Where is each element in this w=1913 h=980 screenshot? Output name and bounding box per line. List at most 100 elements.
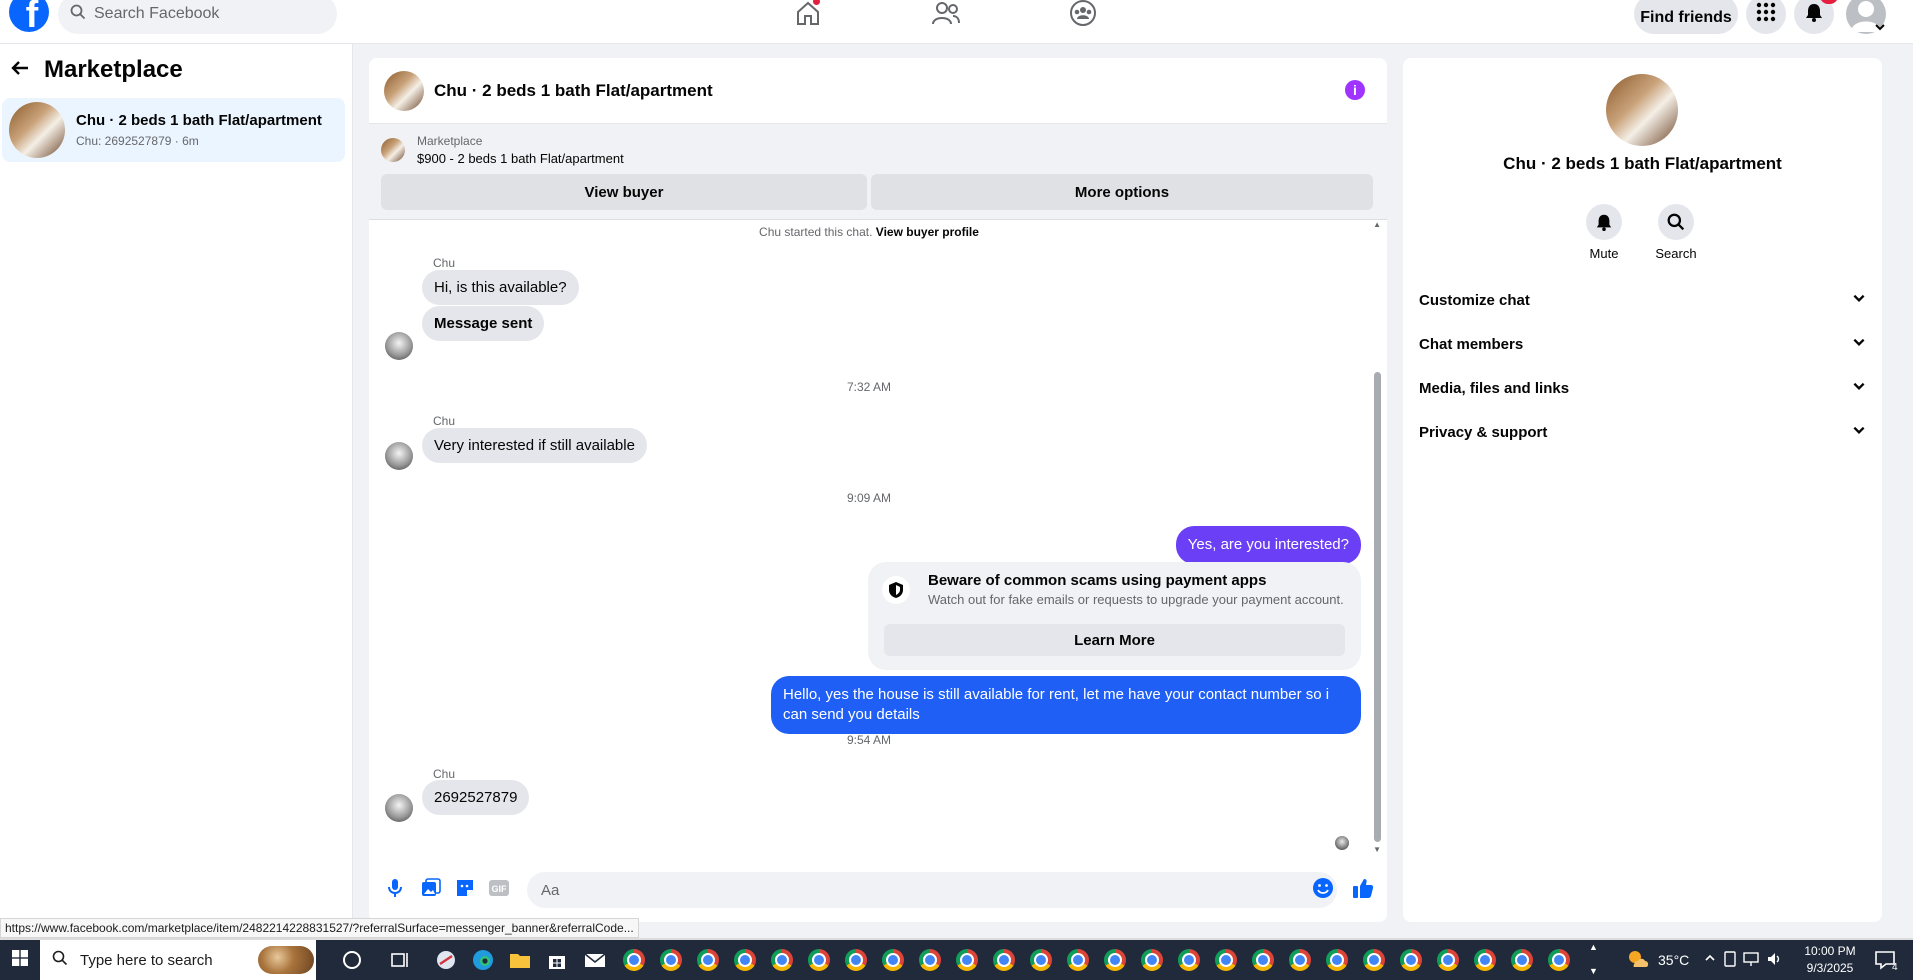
search-icon — [52, 950, 68, 971]
chrome-icon[interactable] — [808, 949, 830, 971]
info-icon[interactable]: i — [1345, 80, 1365, 100]
facebook-search-box[interactable] — [58, 0, 337, 34]
privacy-support-section[interactable]: Privacy & support — [1419, 414, 1866, 450]
groups-nav[interactable] — [1063, 0, 1103, 30]
groups-icon — [1069, 0, 1097, 32]
sender-avatar[interactable] — [385, 332, 413, 360]
back-arrow-icon[interactable] — [10, 58, 30, 83]
weather-temperature: 35°C — [1658, 952, 1690, 968]
chrome-icon[interactable] — [1215, 949, 1237, 971]
taskbar-search-input[interactable] — [80, 951, 260, 969]
taskbar-clock[interactable]: 10:00 PM 9/3/2025 — [1790, 943, 1870, 977]
conversation-preview: Chu: 2692527879 · 6m — [76, 134, 199, 148]
chevron-down-icon[interactable] — [1874, 20, 1886, 38]
chrome-icon[interactable] — [919, 949, 941, 971]
find-friends-button[interactable]: Find friends — [1634, 0, 1738, 34]
cortana-icon[interactable] — [341, 949, 363, 976]
section-label: Privacy & support — [1419, 423, 1548, 441]
chat-members-section[interactable]: Chat members — [1419, 326, 1866, 362]
timestamp: 9:54 AM — [846, 733, 892, 747]
facebook-search-input[interactable] — [94, 5, 314, 23]
sender-avatar[interactable] — [385, 442, 413, 470]
chat-title[interactable]: Chu · 2 beds 1 bath Flat/apartment — [434, 81, 713, 101]
tablet-icon[interactable] — [1722, 951, 1738, 972]
marketplace-sidebar: Marketplace Chu · 2 beds 1 bath Flat/apa… — [0, 44, 353, 920]
chrome-icon[interactable] — [1511, 949, 1533, 971]
gif-icon[interactable]: GIF — [487, 876, 511, 900]
message-input[interactable] — [527, 872, 1337, 908]
menu-button[interactable] — [1746, 0, 1786, 34]
chrome-icon[interactable] — [1326, 949, 1348, 971]
mail-icon[interactable] — [584, 949, 606, 971]
mute-label: Mute — [1589, 246, 1619, 261]
friends-nav[interactable] — [926, 0, 966, 30]
customize-chat-section[interactable]: Customize chat — [1419, 282, 1866, 318]
weather-widget[interactable]: 35°C — [1626, 940, 1689, 980]
chrome-icon[interactable] — [734, 949, 756, 971]
incoming-message[interactable]: 2692527879 — [422, 780, 530, 815]
snipping-tool-icon[interactable] — [435, 949, 457, 971]
sticker-icon[interactable] — [453, 876, 477, 900]
chrome-icon[interactable] — [1437, 949, 1459, 971]
chrome-icon[interactable] — [1252, 949, 1274, 971]
scam-warning-body: Watch out for fake emails or requests to… — [928, 592, 1344, 607]
link-status-url: https://www.facebook.com/marketplace/ite… — [0, 918, 639, 938]
network-icon[interactable] — [1742, 951, 1760, 972]
taskbar-scroll-down-icon[interactable]: ▼ — [1589, 966, 1598, 976]
task-view-icon[interactable] — [389, 949, 411, 976]
chrome-icon[interactable] — [956, 949, 978, 971]
edge-browser-icon[interactable] — [472, 949, 494, 971]
photo-icon[interactable] — [419, 876, 443, 900]
banner-label: Marketplace — [417, 134, 483, 148]
banner-listing[interactable]: $900 - 2 beds 1 bath Flat/apartment — [417, 151, 624, 166]
search-action[interactable]: Search — [1646, 204, 1706, 261]
notifications-button[interactable]: 2 — [1794, 0, 1838, 34]
chrome-icon[interactable] — [623, 949, 645, 971]
chrome-icon[interactable] — [1067, 949, 1089, 971]
media-files-links-section[interactable]: Media, files and links — [1419, 370, 1866, 406]
sender-avatar[interactable] — [385, 794, 413, 822]
chrome-icon[interactable] — [993, 949, 1015, 971]
chrome-icon[interactable] — [1104, 949, 1126, 971]
home-nav[interactable] — [788, 0, 828, 30]
microphone-icon[interactable] — [383, 876, 407, 900]
incoming-message: Message sent — [422, 306, 545, 341]
view-buyer-button[interactable]: View buyer — [381, 174, 867, 210]
chrome-icon[interactable] — [1141, 949, 1163, 971]
more-options-button[interactable]: More options — [871, 174, 1373, 210]
scroll-up-arrow-icon[interactable]: ▲ — [1373, 220, 1381, 229]
conversation-list-item[interactable]: Chu · 2 beds 1 bath Flat/apartment Chu: … — [2, 98, 345, 162]
learn-more-button[interactable]: Learn More — [884, 624, 1345, 656]
volume-icon[interactable] — [1766, 951, 1784, 972]
message-scrollbar[interactable] — [1374, 372, 1381, 842]
chrome-icon[interactable] — [1289, 949, 1311, 971]
chevron-up-icon[interactable] — [1704, 952, 1716, 967]
chat-listing-thumbnail[interactable] — [384, 70, 424, 111]
message-thread: Chu started this chat. View buyer profil… — [369, 220, 1387, 860]
chrome-icon[interactable] — [845, 949, 867, 971]
facebook-logo[interactable]: f — [9, 0, 49, 32]
scroll-down-arrow-icon[interactable]: ▼ — [1373, 845, 1381, 854]
view-buyer-profile-link[interactable]: View buyer profile — [876, 225, 979, 239]
marketplace-banner: Marketplace $900 - 2 beds 1 bath Flat/ap… — [369, 124, 1387, 220]
search-highlight-image[interactable] — [258, 946, 314, 974]
chrome-icon[interactable] — [1030, 949, 1052, 971]
chrome-icon[interactable] — [1474, 949, 1496, 971]
sun-cloud-icon — [1626, 949, 1650, 972]
chrome-icon[interactable] — [697, 949, 719, 971]
start-button[interactable] — [0, 940, 40, 980]
chrome-icon[interactable] — [1178, 949, 1200, 971]
details-listing-thumbnail — [1606, 74, 1678, 146]
emoji-icon[interactable] — [1311, 876, 1335, 900]
mute-action[interactable]: Mute — [1574, 204, 1634, 261]
microsoft-store-icon[interactable] — [546, 949, 568, 971]
chrome-icon[interactable] — [1363, 949, 1385, 971]
thumbs-up-icon[interactable] — [1351, 876, 1375, 900]
chrome-icon[interactable] — [771, 949, 793, 971]
chrome-icon[interactable] — [882, 949, 904, 971]
file-explorer-icon[interactable] — [509, 949, 531, 971]
chrome-icon[interactable] — [1548, 949, 1570, 971]
chrome-icon[interactable] — [1400, 949, 1422, 971]
taskbar-scroll-up-icon[interactable]: ▲ — [1589, 942, 1598, 952]
chrome-icon[interactable] — [660, 949, 682, 971]
